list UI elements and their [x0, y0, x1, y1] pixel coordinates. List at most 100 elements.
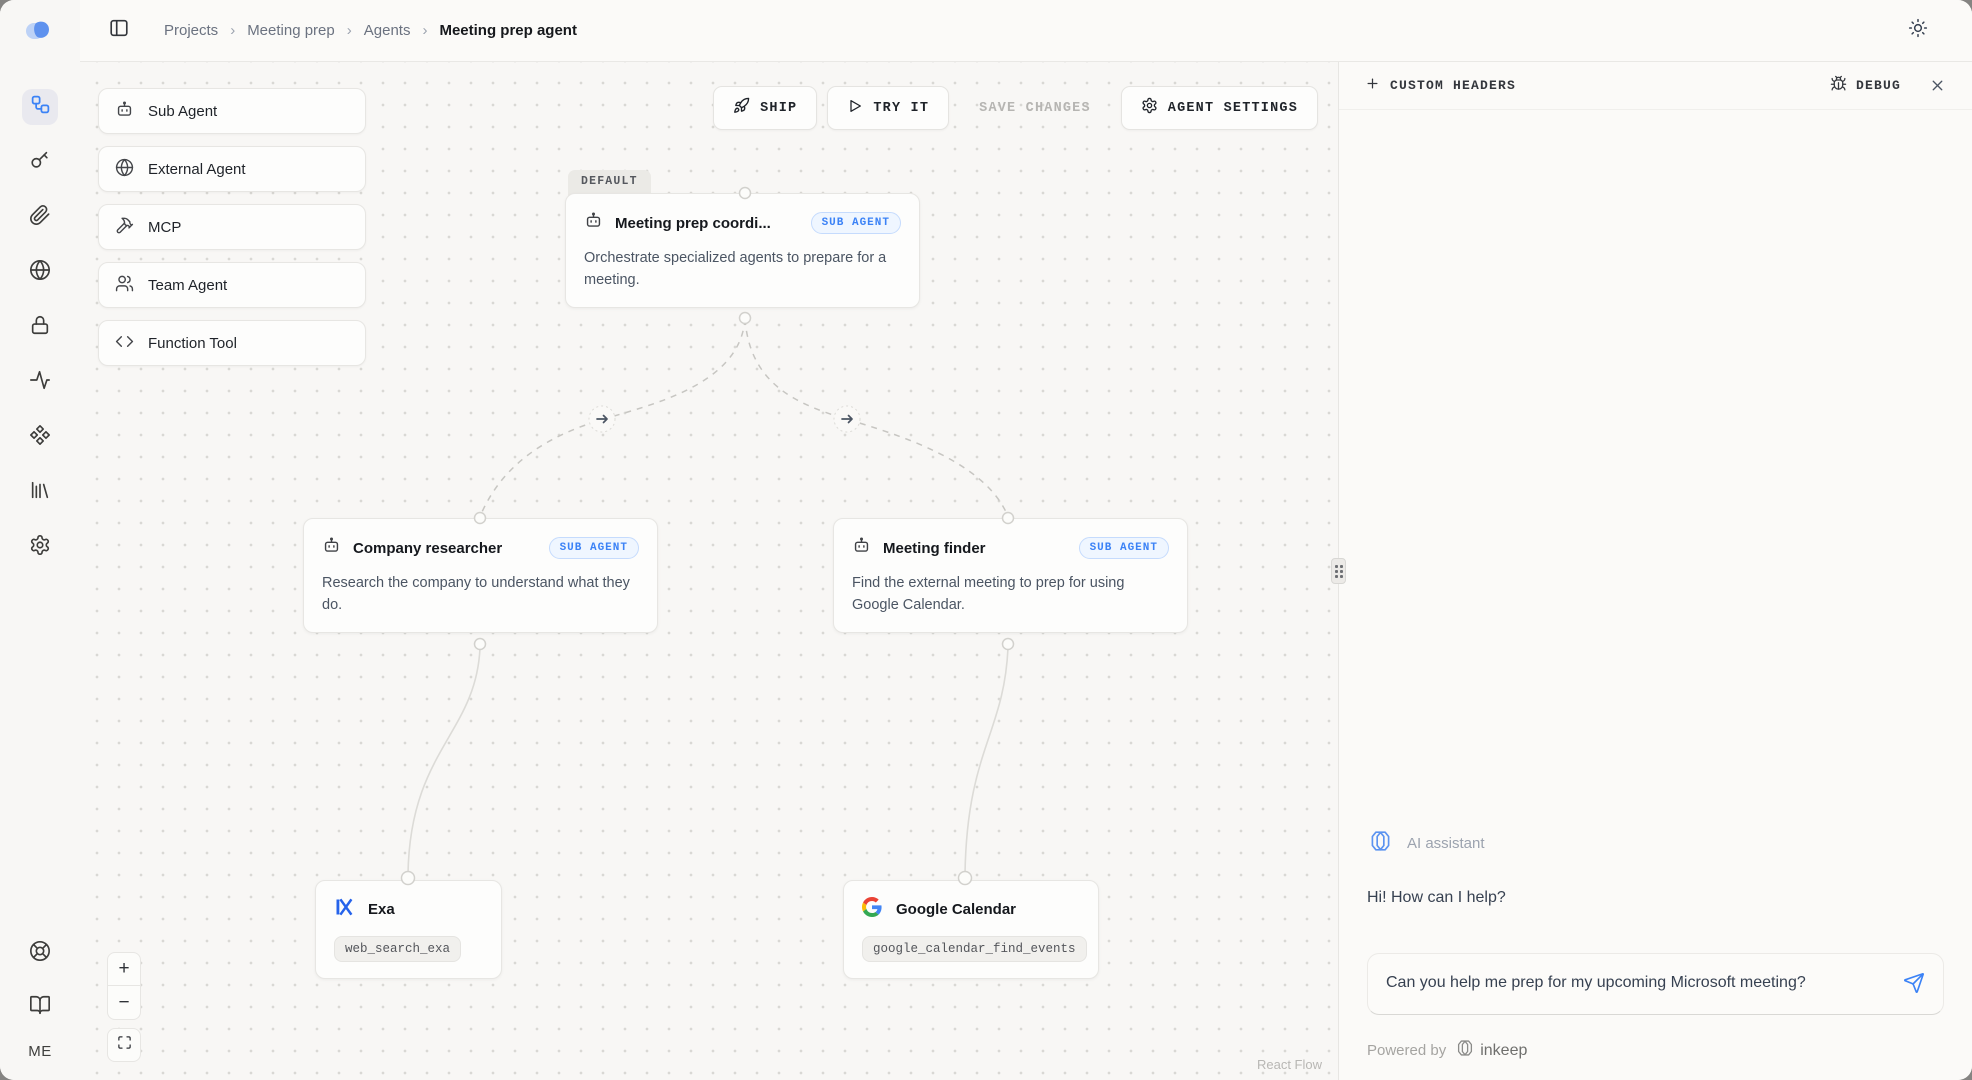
zoom-out-button[interactable]: − [107, 986, 141, 1020]
node-description: Find the external meeting to prep for us… [852, 572, 1169, 617]
node-title: Meeting finder [883, 540, 986, 557]
palette-item-label: MCP [148, 219, 181, 236]
send-icon[interactable] [1903, 970, 1925, 994]
inkeep-assistant-logo-icon [1367, 829, 1394, 857]
top-bar: Projects › Meeting prep › Agents › Meeti… [80, 0, 1972, 62]
theme-toggle-sun-icon[interactable] [1908, 18, 1928, 43]
sidebar-item-web[interactable] [22, 254, 58, 290]
inkeep-wordmark: inkeep [1480, 1042, 1527, 1060]
panel-toggle-icon[interactable] [108, 17, 130, 44]
sidebar-item-api-keys[interactable] [22, 144, 58, 180]
save-changes-button[interactable]: SAVE CHANGES [959, 86, 1111, 130]
user-avatar[interactable]: ME [28, 1043, 52, 1060]
try-it-label: TRY IT [873, 101, 929, 116]
assistant-greeting: Hi! How can I help? [1367, 889, 1944, 907]
palette-item-mcp[interactable]: MCP [98, 204, 366, 250]
chat-panel: CUSTOM HEADERS DEBUG [1338, 62, 1972, 1080]
breadcrumb-agents[interactable]: Agents [364, 22, 411, 39]
node-title: Exa [368, 901, 395, 918]
bug-icon [1830, 75, 1847, 96]
node-company-researcher[interactable]: Company researcher SUB AGENT Research th… [303, 518, 658, 633]
debug-button[interactable]: DEBUG [1830, 75, 1901, 96]
powered-by-label: Powered by [1367, 1042, 1446, 1059]
breadcrumb-separator: › [347, 22, 352, 39]
assistant-header: AI assistant [1367, 829, 1944, 857]
breadcrumb-projects[interactable]: Projects [164, 22, 218, 39]
breadcrumb: Projects › Meeting prep › Agents › Meeti… [164, 22, 577, 39]
play-icon [847, 98, 863, 119]
node-title: Company researcher [353, 540, 502, 557]
breadcrumb-separator: › [422, 22, 427, 39]
book-open-icon [29, 994, 51, 1021]
node-exa-tool[interactable]: Exa web_search_exa [315, 880, 502, 979]
chat-panel-header: CUSTOM HEADERS DEBUG [1339, 62, 1972, 110]
try-it-button[interactable]: TRY IT [827, 86, 949, 130]
sidebar-item-library[interactable] [22, 474, 58, 510]
google-logo-icon [862, 897, 882, 922]
sub-agent-badge: SUB AGENT [811, 212, 901, 234]
ship-button[interactable]: SHIP [713, 86, 817, 130]
globe-icon [115, 158, 134, 181]
node-title: Google Calendar [896, 901, 1016, 918]
users-icon [115, 274, 134, 297]
bot-icon [584, 211, 603, 235]
maximize-icon [117, 1034, 132, 1056]
sidebar-item-settings[interactable] [22, 529, 58, 565]
components-icon [29, 424, 51, 451]
close-icon[interactable] [1929, 77, 1946, 94]
activity-icon [29, 369, 51, 396]
inkeep-brand[interactable]: inkeep [1454, 1039, 1527, 1062]
bot-icon [852, 536, 871, 560]
chat-input-value[interactable]: Can you help me prep for my upcoming Mic… [1386, 970, 1824, 996]
breadcrumb-project[interactable]: Meeting prep [247, 22, 335, 39]
fit-view-button[interactable] [107, 1028, 141, 1062]
sidebar-item-graph[interactable] [22, 89, 58, 125]
palette-item-external-agent[interactable]: External Agent [98, 146, 366, 192]
palette-item-team-agent[interactable]: Team Agent [98, 262, 366, 308]
custom-headers-label: CUSTOM HEADERS [1390, 78, 1516, 93]
palette-item-function-tool[interactable]: Function Tool [98, 320, 366, 366]
sidebar-item-attachments[interactable] [22, 199, 58, 235]
node-description: Orchestrate specialized agents to prepar… [584, 247, 901, 292]
canvas-toolbar: SHIP TRY IT SAVE CHANGES [713, 86, 1318, 130]
ship-label: SHIP [760, 101, 797, 116]
palette-item-sub-agent[interactable]: Sub Agent [98, 88, 366, 134]
key-icon [29, 149, 51, 176]
sub-agent-badge: SUB AGENT [549, 537, 639, 559]
sub-agent-badge: SUB AGENT [1079, 537, 1169, 559]
node-palette: Sub Agent External Agent MCP [98, 88, 366, 366]
sidebar-item-components[interactable] [22, 419, 58, 455]
inkeep-logo-icon [1454, 1039, 1476, 1062]
custom-headers-button[interactable]: CUSTOM HEADERS [1365, 76, 1516, 95]
life-buoy-icon [29, 940, 51, 967]
node-title: Meeting prep coordi... [615, 215, 771, 232]
sidebar-item-activity[interactable] [22, 364, 58, 400]
tool-chip: web_search_exa [334, 936, 461, 962]
inkeep-logo[interactable] [24, 18, 56, 49]
hammer-icon [115, 216, 134, 239]
bot-icon [322, 536, 341, 560]
node-meeting-finder[interactable]: Meeting finder SUB AGENT Find the extern… [833, 518, 1188, 633]
icon-rail: ME [0, 0, 80, 1080]
palette-item-label: Team Agent [148, 277, 227, 294]
assistant-label: AI assistant [1407, 835, 1485, 852]
sidebar-item-docs[interactable] [22, 989, 58, 1025]
sidebar-item-security[interactable] [22, 309, 58, 345]
library-icon [29, 479, 51, 506]
chat-input[interactable]: Can you help me prep for my upcoming Mic… [1367, 953, 1944, 1015]
node-meeting-prep-coordinator[interactable]: Meeting prep coordi... SUB AGENT Orchest… [565, 193, 920, 308]
agent-settings-button[interactable]: AGENT SETTINGS [1121, 86, 1318, 130]
debug-label: DEBUG [1856, 78, 1901, 93]
node-google-calendar-tool[interactable]: Google Calendar google_calendar_find_eve… [843, 880, 1099, 979]
lock-icon [29, 314, 51, 341]
exa-logo-icon [334, 897, 354, 922]
sidebar-item-help[interactable] [22, 935, 58, 971]
palette-item-label: Sub Agent [148, 103, 217, 120]
panel-resize-handle[interactable] [1331, 558, 1346, 584]
react-flow-attribution[interactable]: React Flow [1257, 1057, 1322, 1072]
flow-canvas[interactable]: Sub Agent External Agent MCP [80, 62, 1338, 1080]
app-window: ME Projects › Meeting prep › Agents › Me… [0, 0, 1972, 1080]
agent-settings-label: AGENT SETTINGS [1168, 101, 1298, 116]
zoom-controls: + − [107, 952, 141, 1062]
zoom-in-button[interactable]: + [107, 952, 141, 986]
